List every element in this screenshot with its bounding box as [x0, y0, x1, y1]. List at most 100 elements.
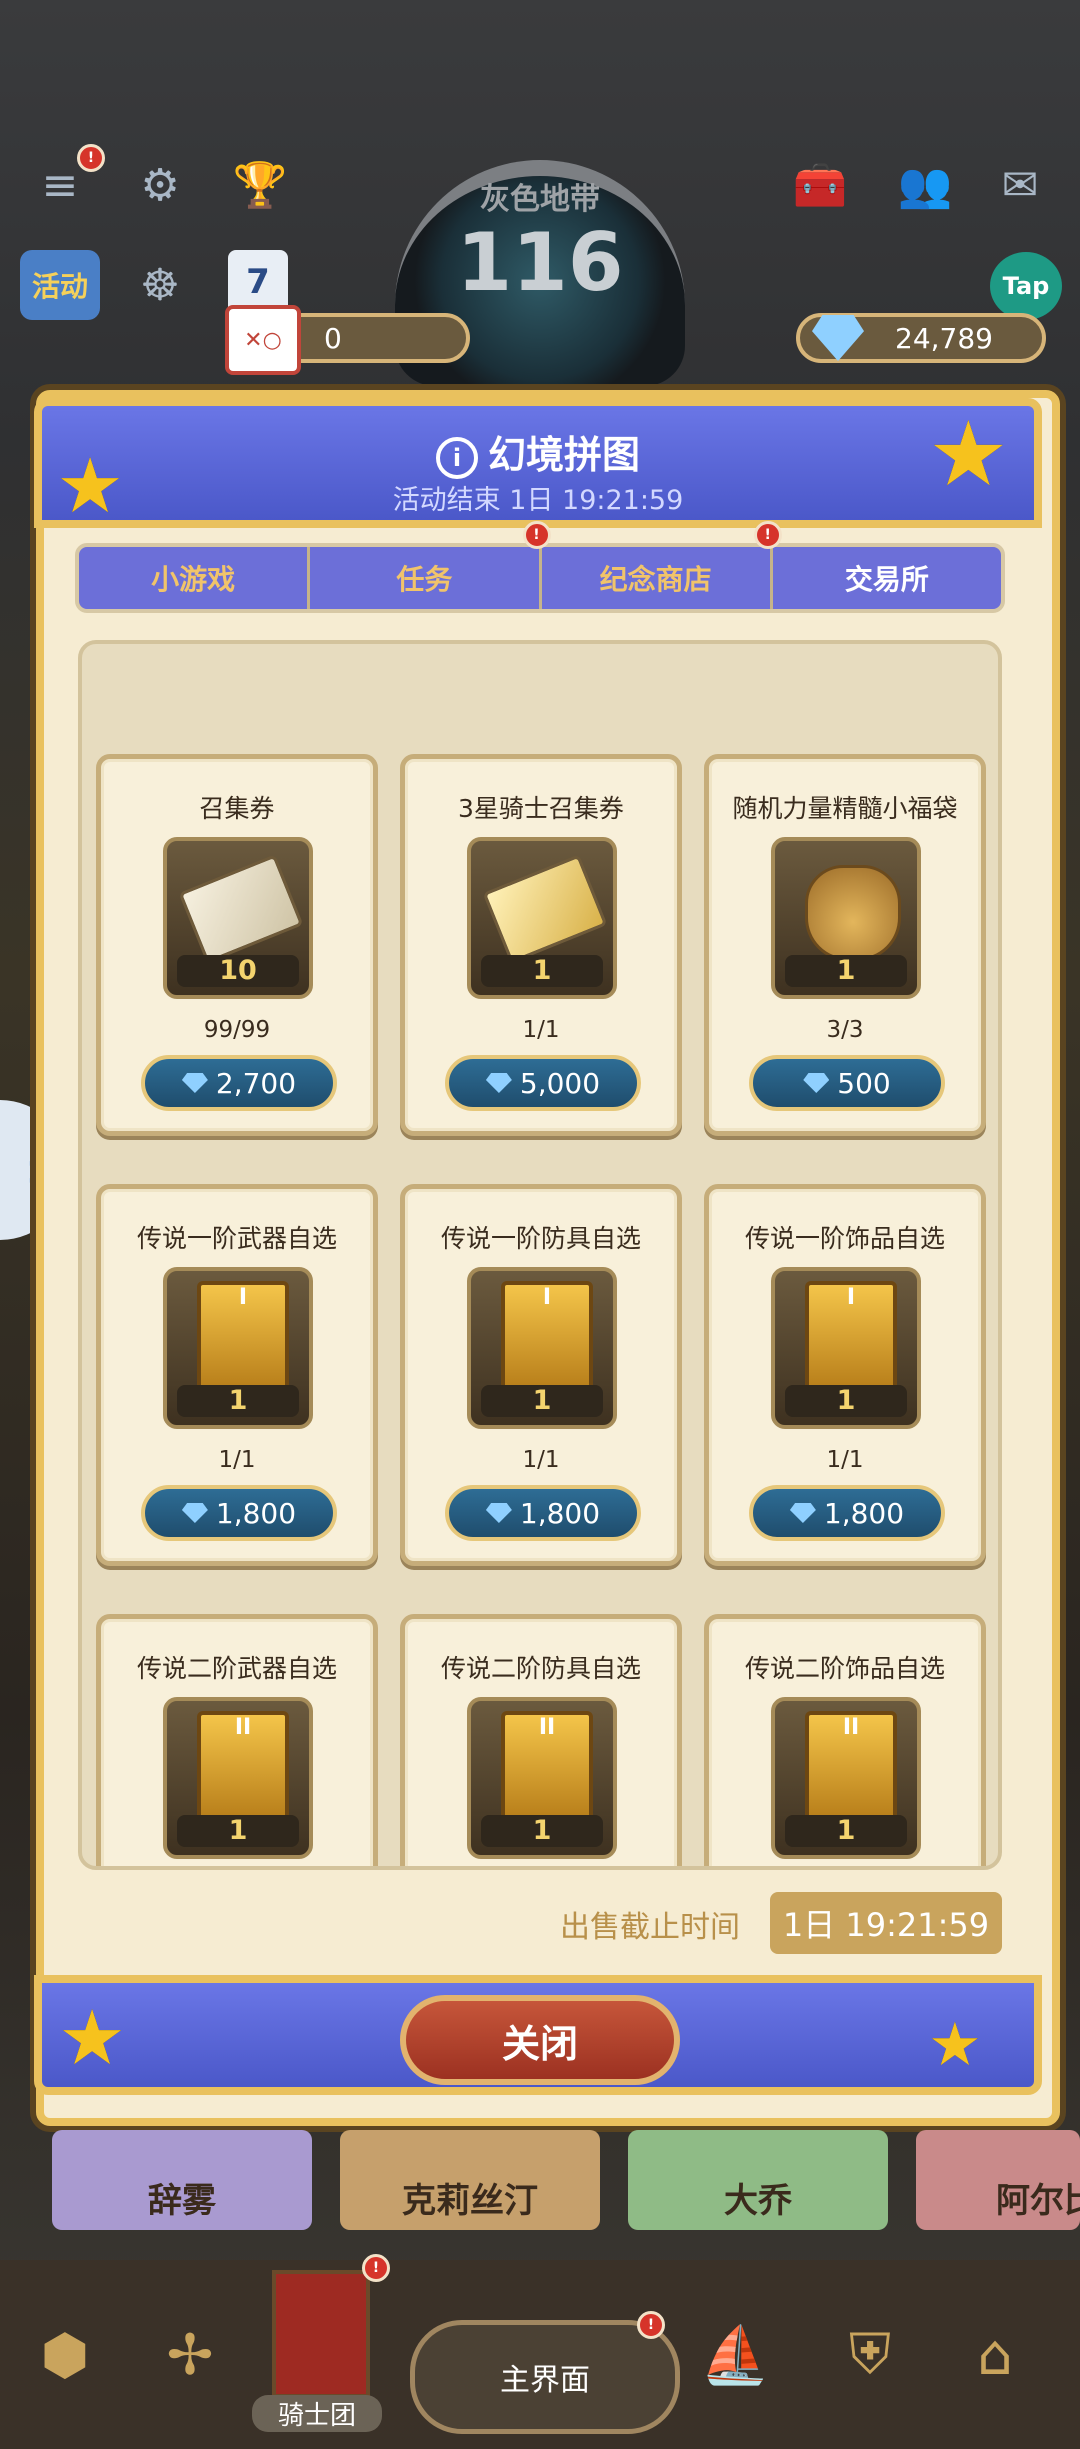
guild-emblem-icon[interactable]: ⬢	[30, 2320, 100, 2390]
shop-icon[interactable]: ⌂	[960, 2320, 1030, 2390]
armor-box-icon: I1	[467, 1267, 617, 1429]
item-stock: 1/1	[218, 1447, 256, 1473]
tier-label: II	[538, 1715, 556, 1740]
tap-label: Tap	[1002, 272, 1050, 300]
badge-icon: !	[77, 144, 105, 172]
item-name: 传说一阶饰品自选	[744, 1224, 945, 1253]
helm-icon[interactable]: ☸	[125, 250, 195, 320]
hero-name: 克莉丝汀	[402, 2181, 538, 2221]
guild-label: 骑士团	[252, 2395, 382, 2432]
trophy-icon[interactable]: 🏆	[225, 150, 295, 220]
star-icon: ★	[928, 402, 1009, 507]
item-price: 2,700	[215, 1066, 297, 1100]
hero-card[interactable]: 克莉丝汀	[340, 2130, 600, 2230]
puzzle-count: 0	[324, 321, 342, 355]
item-qty: 1	[177, 1815, 299, 1847]
tab-label: 小游戏	[151, 563, 236, 596]
tier-label: I	[542, 1285, 552, 1310]
gem-icon	[485, 1073, 512, 1093]
modal-header: i 幻境拼图 活动结束 1日 19:21:59	[34, 398, 1042, 528]
tier-label: II	[234, 1715, 252, 1740]
tier-label: I	[238, 1285, 248, 1310]
tab-minigame[interactable]: 小游戏	[79, 547, 311, 609]
main-screen-button[interactable]: 主界面 !	[410, 2311, 680, 2434]
mail-icon[interactable]: ✉	[985, 150, 1055, 220]
gem-icon	[789, 1503, 816, 1523]
event-label: 活动	[31, 270, 88, 303]
item-name: 传说二阶防具自选	[440, 1654, 641, 1683]
shop-item[interactable]: 随机力量精髓小福袋 1 3/3 500	[704, 754, 986, 1136]
event-countdown: 活动结束 1日 19:21:59	[392, 485, 684, 516]
weapon-box-icon: II 1	[163, 1697, 313, 1859]
lucky-bag-icon: 1	[771, 837, 921, 999]
accessory-box-icon: II 1	[771, 1697, 921, 1859]
armor-icon[interactable]: ⛨	[835, 2320, 905, 2390]
shop-item[interactable]: 传说一阶武器自选 I1 1/1 1,800	[96, 1184, 378, 1566]
guild-button[interactable]: ! 骑士团	[252, 2254, 390, 2445]
shop-item[interactable]: 传说一阶防具自选 I1 1/1 1,800	[400, 1184, 682, 1566]
main-label: 主界面	[500, 2363, 590, 2398]
gem-icon	[181, 1503, 208, 1523]
close-button[interactable]: 关闭	[400, 1995, 680, 2085]
tab-label: 纪念商店	[599, 563, 712, 596]
item-qty: 1	[785, 1815, 907, 1847]
item-stock: 1/1	[522, 1017, 560, 1043]
shop-item[interactable]: 传说二阶武器自选 II 1	[96, 1614, 378, 1866]
item-name: 传说二阶饰品自选	[744, 1654, 945, 1683]
toolbox-icon[interactable]: 🧰	[785, 150, 855, 220]
star-icon: ★	[58, 1993, 127, 2082]
shop-item[interactable]: 传说二阶饰品自选 II 1	[704, 1614, 986, 1866]
modal-tabs: 小游戏 任务! 纪念商店! 交易所	[75, 521, 1005, 613]
event-button[interactable]: 活动	[20, 250, 100, 320]
hero-card[interactable]: 大乔	[628, 2130, 888, 2230]
buy-button[interactable]: 1,800	[141, 1485, 337, 1541]
modal-title: i 幻境拼图	[42, 424, 1034, 479]
shop-grid: 召集券 10 99/99 2,700 3星骑士召集券 1 1/1 5,000 随…	[78, 640, 1002, 1870]
armor-box-icon: II 1	[467, 1697, 617, 1859]
ship-icon[interactable]: ⛵	[700, 2320, 770, 2390]
accessory-box-icon: I1	[771, 1267, 921, 1429]
star-icon: ★	[928, 2010, 982, 2080]
shop-item[interactable]: 传说一阶饰品自选 I1 1/1 1,800	[704, 1184, 986, 1566]
calendar-day: 7	[246, 262, 270, 302]
tier-label: II	[842, 1715, 860, 1740]
tab-exchange[interactable]: 交易所	[773, 547, 1001, 609]
buy-button[interactable]: 1,800	[749, 1485, 945, 1541]
bottom-nav: ⬢ ✢ ! 骑士团 主界面 ! ⛵ ⛨ ⌂	[0, 2254, 1080, 2449]
tap-button[interactable]: Tap	[990, 252, 1062, 320]
shop-item[interactable]: 3星骑士召集券 1 1/1 5,000	[400, 754, 682, 1136]
item-qty: 1	[785, 1385, 907, 1417]
deadline-value: 1日 19:21:59	[770, 1892, 1002, 1954]
gear-icon[interactable]: ⚙	[125, 150, 195, 220]
deadline-label: 出售截止时间	[560, 1910, 740, 1945]
fan-icon[interactable]: ✢	[155, 2320, 225, 2390]
shop-item[interactable]: 召集券 10 99/99 2,700	[96, 754, 378, 1136]
tab-souvenir-shop[interactable]: 纪念商店!	[542, 521, 782, 609]
buy-button[interactable]: 500	[749, 1055, 945, 1111]
item-qty: 1	[177, 1385, 299, 1417]
buy-button[interactable]: 2,700	[141, 1055, 337, 1111]
gem-count: 24,789	[895, 321, 993, 355]
friends-icon[interactable]: 👥	[890, 150, 960, 220]
hero-name: 阿尔比	[996, 2181, 1080, 2221]
buy-button[interactable]: 1,800	[445, 1485, 641, 1541]
tab-label: 任务	[396, 563, 453, 596]
badge-icon: !	[362, 2254, 390, 2282]
shop-item[interactable]: 传说二阶防具自选 II 1	[400, 1614, 682, 1866]
item-price: 1,800	[215, 1496, 297, 1530]
hero-card[interactable]: 阿尔比	[916, 2130, 1080, 2230]
star-icon: ★	[56, 441, 125, 530]
item-stock: 1/1	[826, 1447, 864, 1473]
tier-label: I	[846, 1285, 856, 1310]
item-name: 召集券	[199, 794, 275, 823]
gem-icon	[181, 1073, 208, 1093]
badge-icon: !	[637, 2311, 665, 2339]
buy-button[interactable]: 5,000	[445, 1055, 641, 1111]
hero-card[interactable]: 辞雾	[52, 2130, 312, 2230]
menu-icon[interactable]: ≡!	[25, 144, 105, 220]
badge-icon: !	[753, 521, 782, 549]
item-price: 1,800	[519, 1496, 601, 1530]
tab-tasks[interactable]: 任务!	[310, 521, 551, 609]
item-price: 1,800	[823, 1496, 905, 1530]
info-icon[interactable]: i	[435, 436, 478, 479]
